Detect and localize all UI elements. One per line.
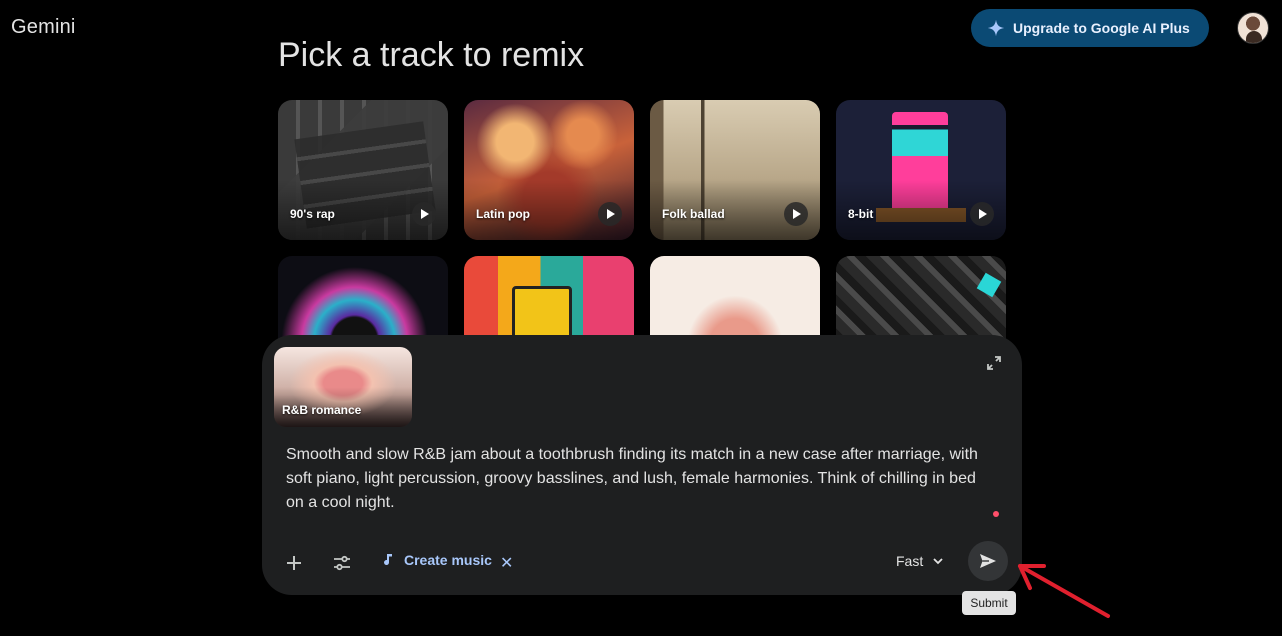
track-label: Latin pop: [476, 207, 530, 221]
close-icon[interactable]: ✕: [500, 553, 513, 573]
tune-icon: [334, 555, 350, 571]
music-note-icon: [384, 554, 392, 565]
play-icon[interactable]: [412, 202, 436, 226]
sparkle-icon: [987, 19, 1005, 37]
upgrade-button[interactable]: Upgrade to Google AI Plus: [971, 9, 1209, 47]
track-label: Folk ballad: [662, 207, 725, 221]
create-music-label: Create music: [404, 552, 492, 568]
track-card-90s-rap[interactable]: 90's rap: [278, 100, 448, 240]
user-avatar[interactable]: [1237, 12, 1269, 44]
gemini-logo[interactable]: Gemini: [11, 16, 76, 39]
play-icon[interactable]: [970, 202, 994, 226]
upgrade-label: Upgrade to Google AI Plus: [1013, 20, 1190, 36]
track-card-8-bit[interactable]: 8-bit: [836, 100, 1006, 240]
expand-icon[interactable]: [986, 355, 1002, 371]
play-icon[interactable]: [784, 202, 808, 226]
plus-icon: [287, 556, 301, 570]
recording-dot-icon: [993, 511, 999, 517]
attached-track-label: R&B romance: [282, 403, 362, 417]
mode-label: Fast: [896, 553, 924, 569]
add-button[interactable]: [280, 549, 308, 577]
chevron-down-icon: [933, 558, 943, 565]
model-mode-selector[interactable]: Fast: [896, 553, 945, 569]
submit-button[interactable]: [968, 541, 1008, 581]
send-icon: [980, 554, 996, 568]
tools-button[interactable]: [328, 549, 356, 577]
annotation-arrow-icon: [1018, 564, 1110, 618]
attached-track-card[interactable]: R&B romance: [274, 347, 412, 427]
create-music-chip[interactable]: Create music: [380, 552, 492, 568]
prompt-composer: R&B romance Smooth and slow R&B jam abou…: [262, 335, 1022, 595]
play-icon[interactable]: [598, 202, 622, 226]
track-label: 8-bit: [848, 207, 874, 221]
track-card-latin-pop[interactable]: Latin pop: [464, 100, 634, 240]
track-card-folk-ballad[interactable]: Folk ballad: [650, 100, 820, 240]
prompt-input[interactable]: Smooth and slow R&B jam about a toothbru…: [286, 443, 986, 515]
track-label: 90's rap: [290, 207, 335, 221]
section-title: Pick a track to remix: [278, 36, 585, 74]
